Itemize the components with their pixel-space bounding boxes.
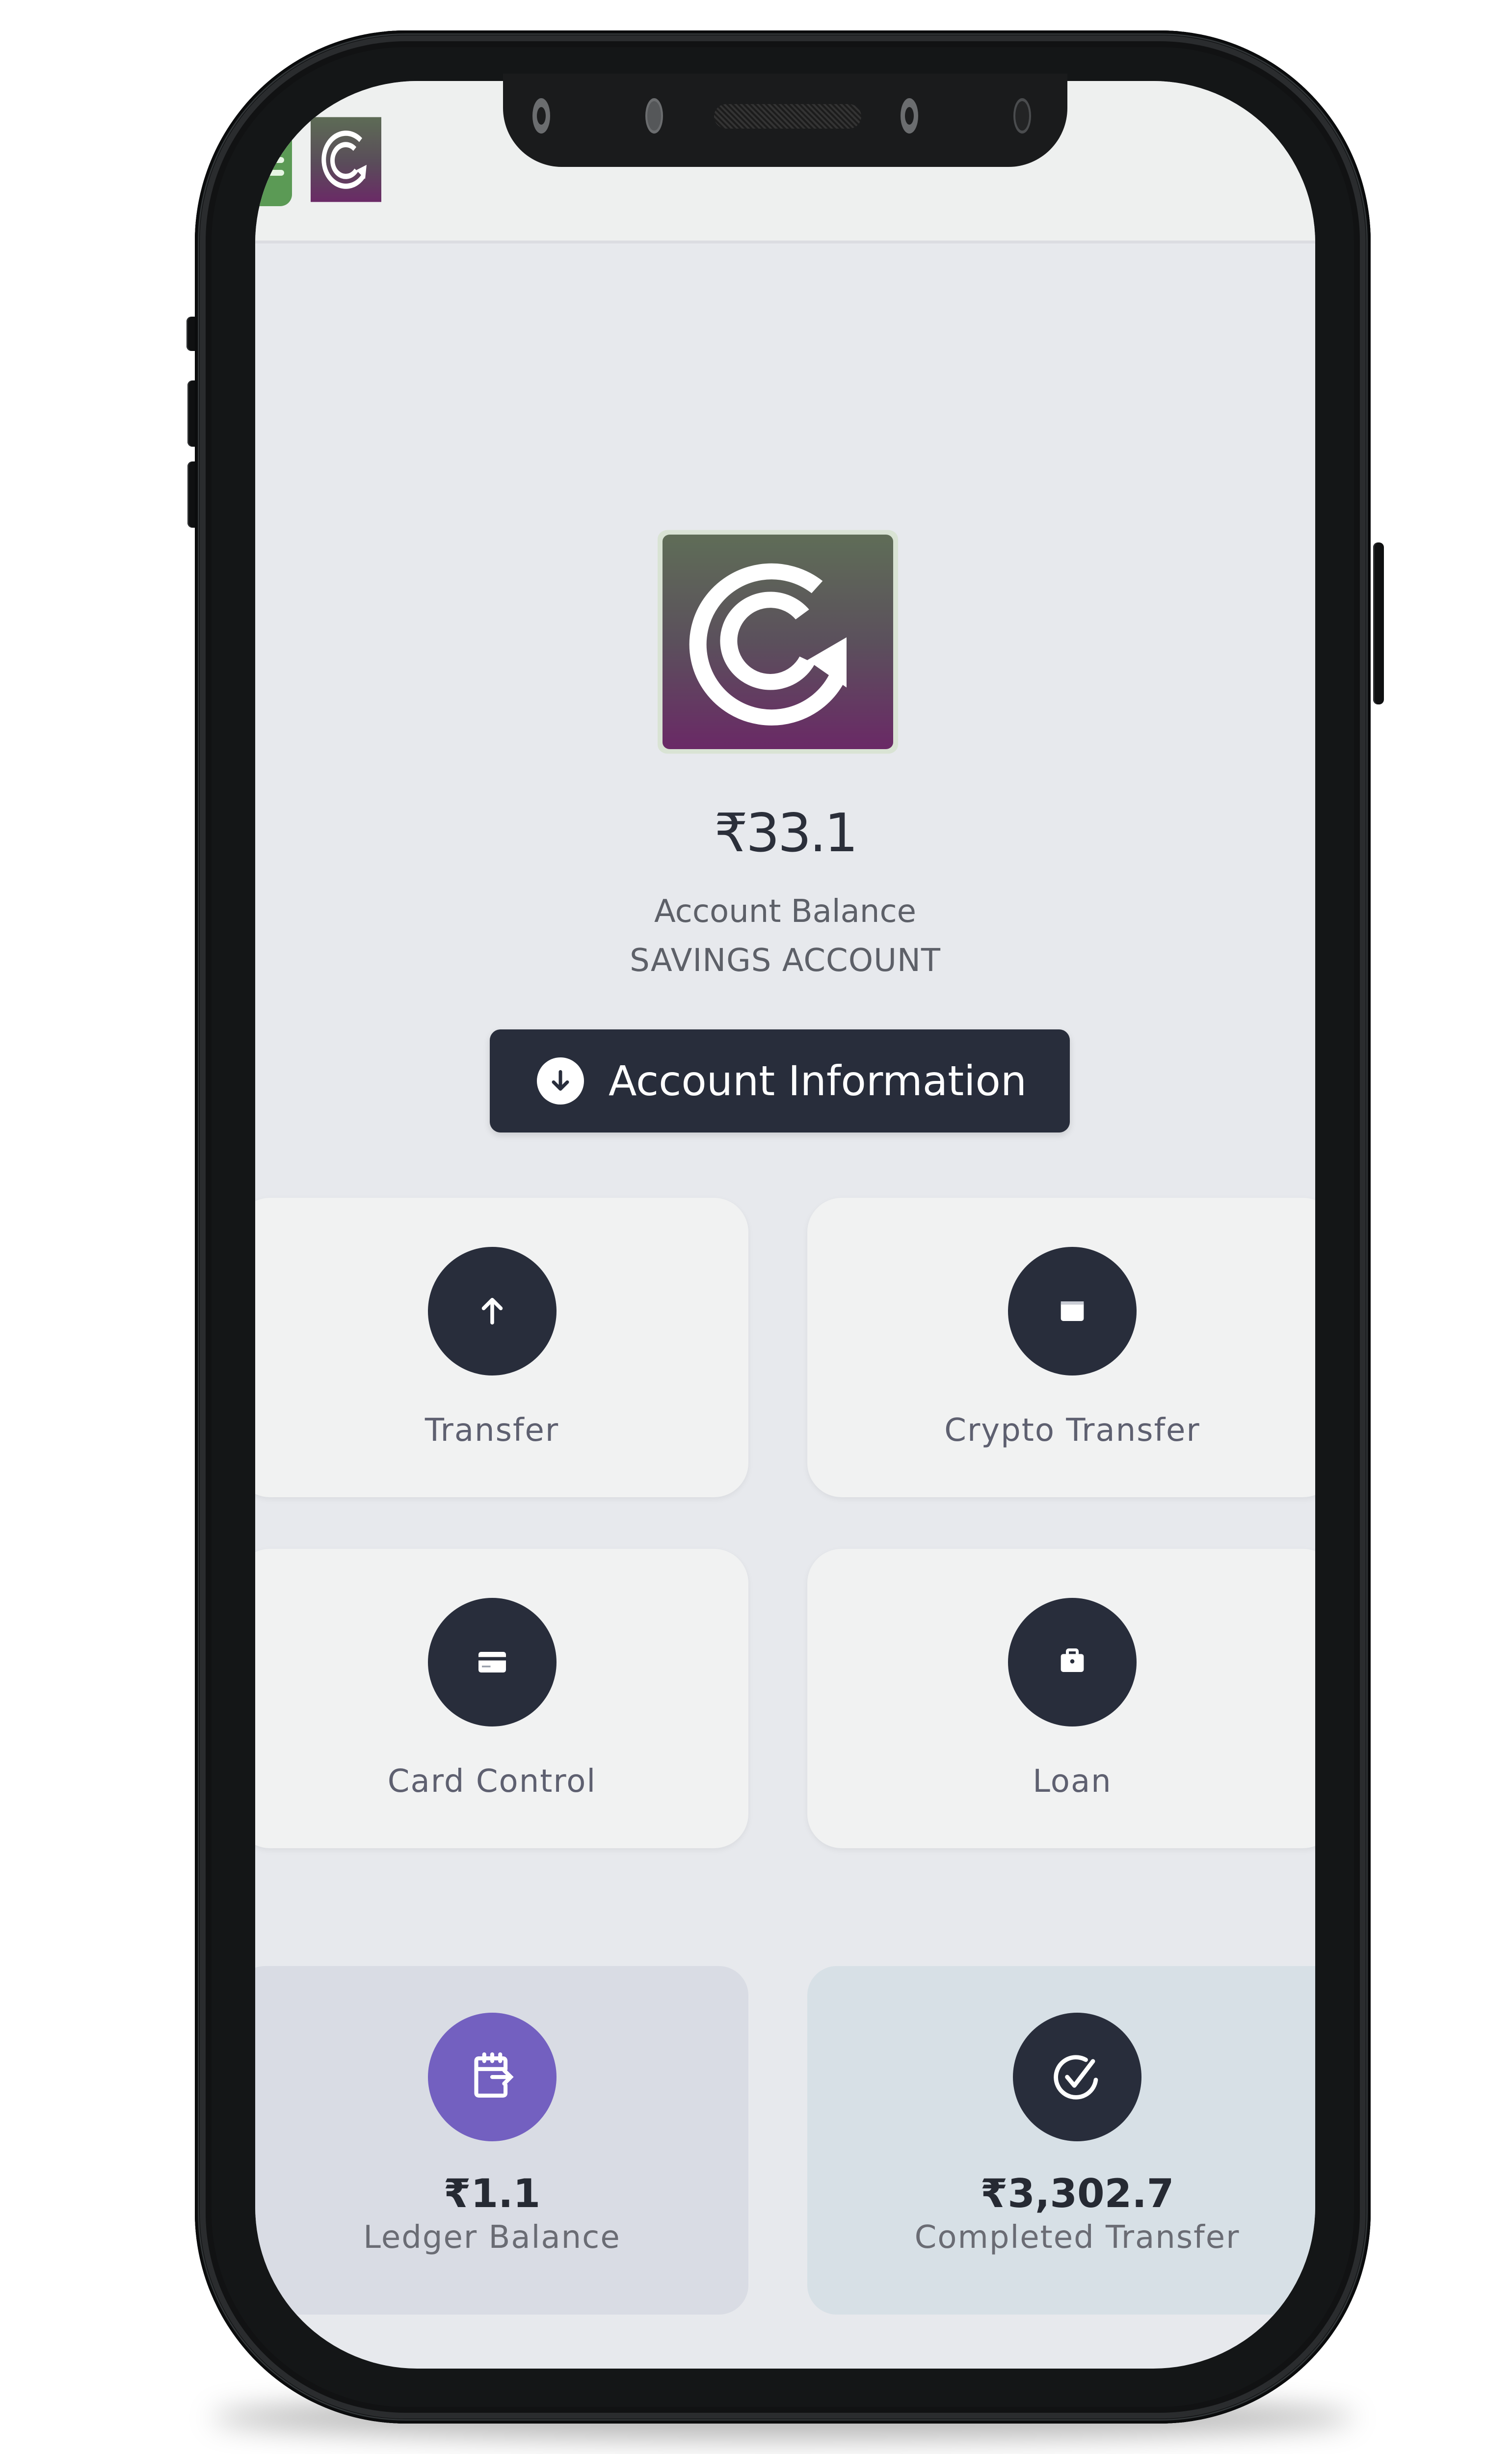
ledger-balance-label: Ledger Balance: [363, 2219, 621, 2256]
hamburger-icon: [259, 144, 284, 176]
completed-transfer-card: ₹3,302.7 Completed Transfer: [807, 1966, 1315, 2315]
briefcase-icon: [1008, 1598, 1137, 1726]
ledger-balance-value: ₹1.1: [443, 2171, 541, 2216]
brand-logo-icon[interactable]: [309, 115, 383, 204]
card-control-label: Card Control: [387, 1763, 597, 1800]
download-circle-icon: [537, 1057, 584, 1105]
calendar-arrow-icon: [427, 2013, 557, 2141]
phone-screen: ₹33.1 Account Balance SAVINGS ACCOUNT Ac…: [255, 81, 1315, 2369]
crypto-transfer-label: Crypto Transfer: [944, 1412, 1200, 1449]
crypto-transfer-card[interactable]: Crypto Transfer: [807, 1198, 1315, 1497]
phone-notch: [503, 74, 1067, 167]
face-id-camera-icon: [901, 98, 918, 134]
proximity-sensor-icon: [645, 98, 663, 134]
account-type-label: SAVINGS ACCOUNT: [630, 943, 941, 979]
credit-card-icon: [427, 1598, 557, 1726]
menu-button[interactable]: [255, 114, 292, 206]
ledger-balance-card: ₹1.1 Ledger Balance: [255, 1966, 748, 2315]
account-balance-label: Account Balance: [654, 893, 916, 930]
account-balance-amount: ₹33.1: [714, 803, 858, 864]
check-circle-icon: [1013, 2013, 1141, 2141]
flood-illuminator-icon: [1013, 98, 1031, 134]
completed-transfer-label: Completed Transfer: [914, 2219, 1240, 2256]
transfer-label: Transfer: [424, 1412, 559, 1449]
wallet-icon: [1008, 1247, 1137, 1375]
loan-label: Loan: [1033, 1763, 1112, 1800]
completed-transfer-value: ₹3,302.7: [980, 2171, 1174, 2216]
transfer-card[interactable]: Transfer: [255, 1198, 748, 1497]
card-control-card[interactable]: Card Control: [255, 1549, 748, 1848]
account-logo-icon: [658, 530, 898, 754]
earpiece-speaker-icon: [714, 104, 861, 129]
arrow-up-icon: [427, 1247, 557, 1375]
account-information-label: Account Information: [609, 1057, 1027, 1105]
account-information-button[interactable]: Account Information: [490, 1029, 1070, 1133]
loan-card[interactable]: Loan: [807, 1549, 1315, 1848]
front-camera-icon: [532, 98, 550, 134]
power-button: [1373, 542, 1384, 704]
